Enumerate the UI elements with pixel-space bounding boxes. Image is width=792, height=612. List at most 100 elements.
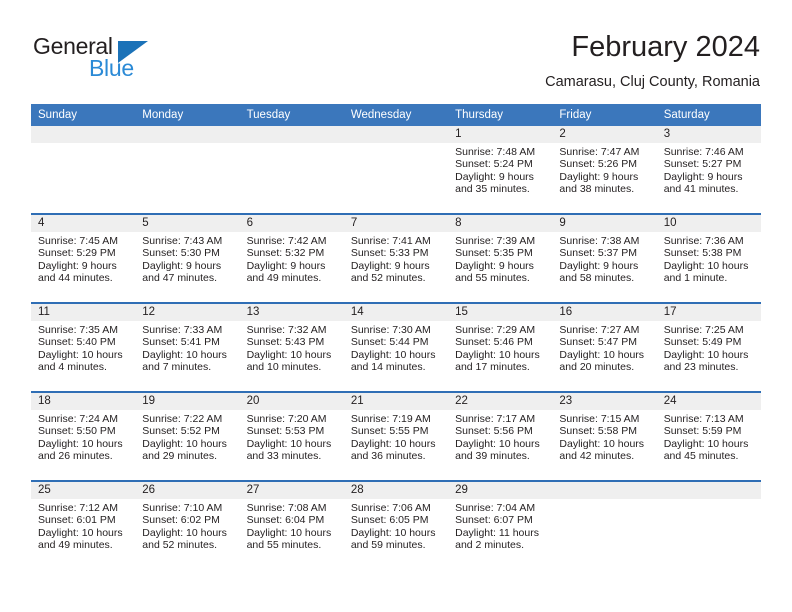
calendar-day-cell[interactable]: 9 Sunrise: 7:38 AM Sunset: 5:37 PM Daylight… <box>552 213 657 303</box>
sunrise-text: Sunrise: 7:47 AM <box>559 146 640 158</box>
sunrise-text: Sunrise: 7:19 AM <box>350 413 431 425</box>
sunrise-text: Sunrise: 7:24 AM <box>38 413 118 425</box>
calendar-day-cell[interactable]: 21 Sunrise: 7:19 AM Sunset: 5:55 PM Dayligh… <box>343 391 449 481</box>
day-sun-info: Sunrise: 7:36 AM Sunset: 5:38 PM Daylight:… <box>657 232 761 285</box>
daylight-text: Daylight: 10 hours and 52 minutes. <box>142 526 227 552</box>
calendar-day-cell[interactable]: 25 Sunrise: 7:12 AM Sunset: 6:01 PM Dayligh… <box>31 480 136 569</box>
daylight-text: Daylight: 9 hours and 38 minutes. <box>559 170 639 196</box>
calendar-week-row: 25 Sunrise: 7:12 AM Sunset: 6:01 PM Dayligh… <box>31 480 761 569</box>
calendar-page: General Blue February 2024 Camarasu, Clu… <box>0 0 792 612</box>
sunrise-text: Sunrise: 7:48 AM <box>455 146 536 158</box>
calendar-day-cell[interactable]: 27 Sunrise: 7:08 AM Sunset: 6:04 PM Dayligh… <box>239 480 344 569</box>
day-cell-content: 2 Sunrise: 7:47 AM Sunset: 5:26 PM Daylight… <box>552 126 657 213</box>
calendar-day-cell[interactable]: 22 Sunrise: 7:17 AM Sunset: 5:56 PM Dayligh… <box>448 391 553 481</box>
sunrise-text: Sunrise: 7:29 AM <box>455 324 536 336</box>
calendar-day-cell[interactable]: 14 Sunrise: 7:30 AM Sunset: 5:44 PM Dayligh… <box>343 302 449 392</box>
sunset-text: Sunset: 5:30 PM <box>142 247 220 260</box>
calendar-day-cell[interactable]: 26 Sunrise: 7:10 AM Sunset: 6:02 PM Dayligh… <box>135 480 240 569</box>
day-number: 16 <box>552 304 657 321</box>
calendar-day-cell[interactable]: 6 Sunrise: 7:42 AM Sunset: 5:32 PM Daylight… <box>239 213 344 303</box>
day-sun-info: Sunrise: 7:20 AM Sunset: 5:53 PM Daylight:… <box>240 410 344 463</box>
calendar-day-cell[interactable]: 28 Sunrise: 7:06 AM Sunset: 6:05 PM Dayligh… <box>343 480 449 569</box>
sunset-text: Sunset: 6:07 PM <box>455 514 533 527</box>
calendar-day-cell[interactable]: 1 Sunrise: 7:48 AM Sunset: 5:24 PM Daylight… <box>448 126 553 214</box>
sunrise-text: Sunrise: 7:45 AM <box>38 235 118 247</box>
calendar-day-cell[interactable]: 13 Sunrise: 7:32 AM Sunset: 5:43 PM Dayligh… <box>239 302 344 392</box>
day-number: 28 <box>343 482 449 499</box>
calendar-body: 1 Sunrise: 7:48 AM Sunset: 5:24 PM Daylight… <box>31 126 761 569</box>
day-number <box>135 126 240 143</box>
calendar-day-cell[interactable]: 24 Sunrise: 7:13 AM Sunset: 5:59 PM Dayligh… <box>656 391 761 481</box>
sunset-text: Sunset: 5:47 PM <box>559 336 638 349</box>
calendar-day-cell[interactable]: 11 Sunrise: 7:35 AM Sunset: 5:40 PM Dayligh… <box>31 302 136 392</box>
sunrise-text: Sunrise: 7:22 AM <box>142 413 223 425</box>
page-title: February 2024 <box>571 31 760 63</box>
day-number: 10 <box>656 215 761 232</box>
brand-name-blue: Blue <box>89 55 134 81</box>
calendar-day-cell[interactable]: 10 Sunrise: 7:36 AM Sunset: 5:38 PM Dayligh… <box>656 213 761 303</box>
calendar-day-cell[interactable]: 4 Sunrise: 7:45 AM Sunset: 5:29 PM Daylight… <box>31 213 136 303</box>
calendar-day-cell[interactable]: 12 Sunrise: 7:33 AM Sunset: 5:41 PM Dayligh… <box>135 302 240 392</box>
weekday-header-wednesday: Wednesday <box>343 104 449 126</box>
day-sun-info: Sunrise: 7:41 AM Sunset: 5:33 PM Daylight:… <box>344 232 448 285</box>
sunset-text: Sunset: 5:58 PM <box>559 425 638 438</box>
daylight-text: Daylight: 10 hours and 49 minutes. <box>38 526 123 552</box>
day-number: 20 <box>239 393 344 410</box>
day-number: 25 <box>31 482 136 499</box>
calendar-day-cell <box>135 126 240 214</box>
calendar-day-cell[interactable]: 29 Sunrise: 7:04 AM Sunset: 6:07 PM Dayligh… <box>448 480 553 569</box>
sunset-text: Sunset: 5:59 PM <box>663 425 742 438</box>
day-number: 24 <box>656 393 761 410</box>
weekday-header-friday: Friday <box>552 104 657 126</box>
daylight-text: Daylight: 10 hours and 59 minutes. <box>350 526 436 552</box>
calendar-day-cell[interactable]: 17 Sunrise: 7:25 AM Sunset: 5:49 PM Dayligh… <box>656 302 761 392</box>
calendar-day-cell[interactable]: 7 Sunrise: 7:41 AM Sunset: 5:33 PM Daylight… <box>343 213 449 303</box>
calendar-day-cell[interactable]: 18 Sunrise: 7:24 AM Sunset: 5:50 PM Dayligh… <box>31 391 136 481</box>
weekday-header-thursday: Thursday <box>448 104 553 126</box>
sunrise-text: Sunrise: 7:25 AM <box>663 324 744 336</box>
sunrise-text: Sunrise: 7:10 AM <box>142 502 223 514</box>
calendar-day-cell[interactable]: 5 Sunrise: 7:43 AM Sunset: 5:30 PM Daylight… <box>135 213 240 303</box>
sunrise-text: Sunrise: 7:33 AM <box>142 324 223 336</box>
calendar-day-cell[interactable]: 15 Sunrise: 7:29 AM Sunset: 5:46 PM Dayligh… <box>448 302 553 392</box>
day-cell-content: 17 Sunrise: 7:25 AM Sunset: 5:49 PM Dayligh… <box>656 304 761 391</box>
day-cell-content: 19 Sunrise: 7:22 AM Sunset: 5:52 PM Dayligh… <box>135 393 240 480</box>
weekday-header-tuesday: Tuesday <box>239 104 344 126</box>
calendar-day-cell[interactable]: 23 Sunrise: 7:15 AM Sunset: 5:58 PM Dayligh… <box>552 391 657 481</box>
calendar-day-cell[interactable]: 2 Sunrise: 7:47 AM Sunset: 5:26 PM Daylight… <box>552 126 657 214</box>
sunset-text: Sunset: 6:04 PM <box>246 514 325 527</box>
location-subtitle: Camarasu, Cluj County, Romania <box>545 74 760 90</box>
day-cell-content: 29 Sunrise: 7:04 AM Sunset: 6:07 PM Dayligh… <box>448 482 553 569</box>
sunrise-text: Sunrise: 7:30 AM <box>350 324 431 336</box>
sunset-text: Sunset: 5:27 PM <box>663 158 742 171</box>
calendar-week-row: 11 Sunrise: 7:35 AM Sunset: 5:40 PM Dayligh… <box>31 302 761 392</box>
calendar-day-cell[interactable]: 16 Sunrise: 7:27 AM Sunset: 5:47 PM Dayligh… <box>552 302 657 392</box>
calendar-table: Sunday Monday Tuesday Wednesday Thursday… <box>31 104 761 569</box>
day-cell-content: 1 Sunrise: 7:48 AM Sunset: 5:24 PM Daylight… <box>448 126 553 213</box>
sunset-text: Sunset: 5:46 PM <box>455 336 533 349</box>
day-number: 21 <box>343 393 449 410</box>
weekday-header-saturday: Saturday <box>656 104 761 126</box>
sunset-text: Sunset: 6:01 PM <box>38 514 116 527</box>
daylight-text: Daylight: 10 hours and 1 minute. <box>663 259 749 285</box>
calendar-day-cell[interactable]: 19 Sunrise: 7:22 AM Sunset: 5:52 PM Dayligh… <box>135 391 240 481</box>
day-sun-info: Sunrise: 7:38 AM Sunset: 5:37 PM Daylight:… <box>552 232 656 285</box>
calendar-day-cell[interactable]: 3 Sunrise: 7:46 AM Sunset: 5:27 PM Daylight… <box>656 126 761 214</box>
sunset-text: Sunset: 5:52 PM <box>142 425 220 438</box>
calendar-day-cell[interactable]: 8 Sunrise: 7:39 AM Sunset: 5:35 PM Daylight… <box>448 213 553 303</box>
daylight-text: Daylight: 9 hours and 47 minutes. <box>142 259 222 285</box>
daylight-text: Daylight: 10 hours and 36 minutes. <box>350 437 436 463</box>
day-sun-info: Sunrise: 7:27 AM Sunset: 5:47 PM Daylight:… <box>552 321 656 374</box>
daylight-text: Daylight: 10 hours and 7 minutes. <box>142 348 227 374</box>
day-sun-info: Sunrise: 7:06 AM Sunset: 6:05 PM Daylight:… <box>344 499 448 552</box>
day-number <box>31 126 136 143</box>
calendar-day-cell[interactable]: 20 Sunrise: 7:20 AM Sunset: 5:53 PM Dayligh… <box>239 391 344 481</box>
sunset-text: Sunset: 5:29 PM <box>38 247 116 260</box>
day-number: 29 <box>448 482 553 499</box>
day-cell-content: 22 Sunrise: 7:17 AM Sunset: 5:56 PM Dayligh… <box>448 393 553 480</box>
sunset-text: Sunset: 5:56 PM <box>455 425 533 438</box>
calendar-week-row: 1 Sunrise: 7:48 AM Sunset: 5:24 PM Daylight… <box>31 126 761 214</box>
sunset-text: Sunset: 5:53 PM <box>246 425 325 438</box>
day-number: 4 <box>31 215 136 232</box>
day-cell-content: 21 Sunrise: 7:19 AM Sunset: 5:55 PM Dayligh… <box>343 393 449 480</box>
